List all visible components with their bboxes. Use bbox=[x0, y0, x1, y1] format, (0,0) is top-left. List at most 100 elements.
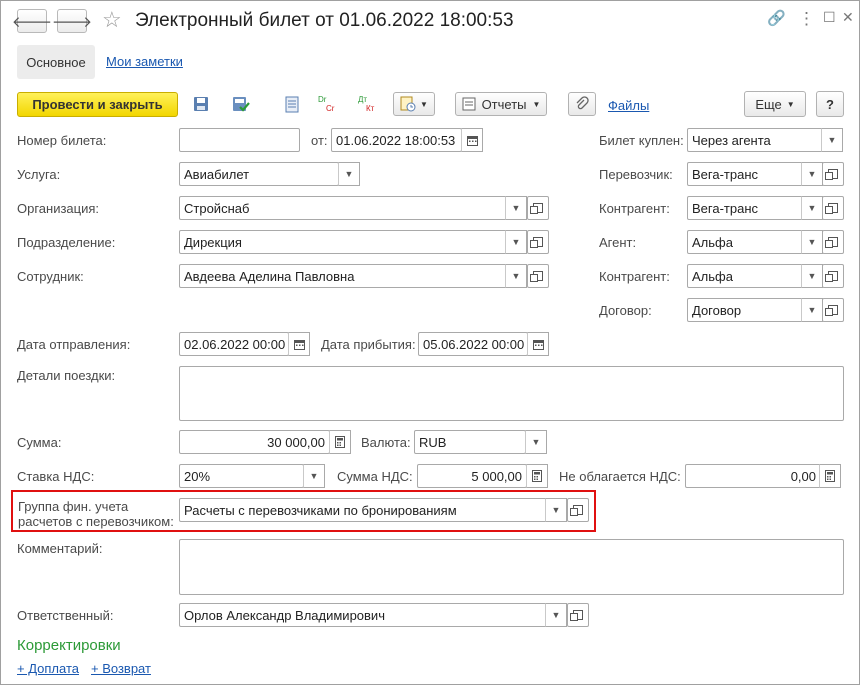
vat-rate-dropdown-button[interactable]: ▼ bbox=[303, 464, 325, 488]
calendar-icon bbox=[466, 135, 478, 146]
currency-dropdown-button[interactable]: ▼ bbox=[525, 430, 547, 454]
dept-open-button[interactable] bbox=[527, 230, 549, 254]
trip-details-textarea[interactable] bbox=[179, 366, 844, 421]
carrier-input[interactable]: Вега-транс bbox=[687, 162, 805, 186]
no-vat-input[interactable]: 0,00 bbox=[685, 464, 821, 488]
save-button[interactable] bbox=[190, 93, 212, 115]
org-input[interactable]: Стройснаб bbox=[179, 196, 507, 220]
fin-group-label-line2: расчетов с перевозчиком: bbox=[18, 514, 174, 529]
counterparty1-dropdown-button[interactable]: ▼ bbox=[801, 196, 823, 220]
add-payment-link[interactable]: + Доплата bbox=[17, 661, 79, 676]
agent-input[interactable]: Альфа bbox=[687, 230, 805, 254]
debit-credit-button[interactable]: Dr Cr bbox=[317, 93, 339, 115]
no-vat-calculator-button[interactable] bbox=[819, 464, 841, 488]
bought-dropdown-button[interactable]: ▼ bbox=[821, 128, 843, 152]
post-and-close-button[interactable]: Провести и закрыть bbox=[17, 92, 178, 117]
carrier-open-button[interactable] bbox=[822, 162, 844, 186]
no-vat-label: Не облагается НДС: bbox=[559, 469, 681, 484]
chevron-down-icon: ▼ bbox=[511, 237, 521, 247]
employee-input[interactable]: Авдеева Аделина Павловна bbox=[179, 264, 507, 288]
forward-button[interactable]: 🡒 bbox=[52, 9, 92, 33]
page-title: Электронный билет от 01.06.2022 18:00:53 bbox=[135, 10, 514, 31]
departure-input[interactable]: 02.06.2022 00:00 bbox=[179, 332, 289, 356]
fin-group-dropdown-button[interactable]: ▼ bbox=[545, 498, 567, 522]
calculator-icon bbox=[825, 470, 835, 482]
vat-rate-select[interactable]: 20% bbox=[179, 464, 304, 488]
favorite-star-icon[interactable]: ☆ bbox=[102, 7, 122, 33]
org-open-button[interactable] bbox=[527, 196, 549, 220]
dt-kt-button[interactable]: Дт Кт bbox=[357, 93, 379, 115]
add-refund-link[interactable]: + Возврат bbox=[91, 661, 151, 676]
agent-open-button[interactable] bbox=[822, 230, 844, 254]
comment-textarea[interactable] bbox=[179, 539, 844, 595]
close-icon[interactable]: ✕ bbox=[842, 9, 854, 26]
vat-sum-input[interactable]: 5 000,00 bbox=[417, 464, 527, 488]
responsible-dropdown-button[interactable]: ▼ bbox=[545, 603, 567, 627]
more-button[interactable]: Еще ▼ bbox=[744, 91, 806, 117]
link-icon[interactable]: 🔗 bbox=[767, 9, 786, 27]
files-link[interactable]: Файлы bbox=[608, 98, 649, 113]
contract-open-button[interactable] bbox=[822, 298, 844, 322]
currency-input[interactable]: RUB bbox=[414, 430, 526, 454]
bought-select[interactable]: Через агента bbox=[687, 128, 825, 152]
tab-notes[interactable]: Мои заметки bbox=[106, 54, 183, 69]
org-dropdown-button[interactable]: ▼ bbox=[505, 196, 527, 220]
dept-input[interactable]: Дирекция bbox=[179, 230, 507, 254]
fin-group-label: Группа фин. учета расчетов с перевозчико… bbox=[18, 499, 174, 529]
corrections-heading: Корректировки bbox=[17, 637, 121, 654]
ticket-number-input[interactable] bbox=[179, 128, 300, 152]
contract-input[interactable]: Договор bbox=[687, 298, 805, 322]
counterparty1-open-button[interactable] bbox=[822, 196, 844, 220]
arrow-right-icon: 🡒 bbox=[51, 13, 93, 31]
sum-input[interactable]: 30 000,00 bbox=[179, 430, 330, 454]
vat-sum-calculator-button[interactable] bbox=[526, 464, 548, 488]
reports-label: Отчеты bbox=[481, 96, 527, 112]
help-button[interactable]: ? bbox=[816, 91, 844, 117]
counterparty2-label: Контрагент: bbox=[599, 269, 670, 284]
counterparty1-input[interactable]: Вега-транс bbox=[687, 196, 805, 220]
chevron-down-icon: ▼ bbox=[511, 271, 521, 281]
counterparty2-dropdown-button[interactable]: ▼ bbox=[801, 264, 823, 288]
create-based-on-button[interactable]: ▼ bbox=[393, 92, 435, 116]
employee-label: Сотрудник: bbox=[17, 269, 84, 284]
agent-dropdown-button[interactable]: ▼ bbox=[801, 230, 823, 254]
more-actions-icon[interactable]: ⋮ bbox=[798, 9, 815, 29]
post-button[interactable] bbox=[230, 93, 252, 115]
calendar-button[interactable] bbox=[461, 128, 483, 152]
chevron-down-icon: ▼ bbox=[309, 471, 319, 481]
attach-button[interactable] bbox=[568, 92, 596, 116]
chevron-down-icon: ▼ bbox=[807, 237, 817, 247]
save-icon bbox=[194, 97, 208, 111]
reports-button[interactable]: Отчеты ▼ bbox=[455, 92, 547, 116]
employee-dropdown-button[interactable]: ▼ bbox=[505, 264, 527, 288]
list-button[interactable] bbox=[281, 93, 303, 115]
responsible-input[interactable]: Орлов Александр Владимирович bbox=[179, 603, 547, 627]
dept-dropdown-button[interactable]: ▼ bbox=[505, 230, 527, 254]
list-icon bbox=[285, 96, 299, 113]
open-icon bbox=[825, 237, 838, 248]
open-icon bbox=[570, 610, 583, 621]
service-dropdown-button[interactable]: ▼ bbox=[338, 162, 360, 186]
sum-calculator-button[interactable] bbox=[329, 430, 351, 454]
service-select[interactable]: Авиабилет bbox=[179, 162, 339, 186]
departure-calendar-button[interactable] bbox=[288, 332, 310, 356]
fin-group-open-button[interactable] bbox=[567, 498, 589, 522]
counterparty2-input[interactable]: Альфа bbox=[687, 264, 805, 288]
arrival-input[interactable]: 05.06.2022 00:00 bbox=[418, 332, 528, 356]
fin-group-input[interactable]: Расчеты с перевозчиками по бронированиям bbox=[179, 498, 547, 522]
counterparty2-open-button[interactable] bbox=[822, 264, 844, 288]
responsible-open-button[interactable] bbox=[567, 603, 589, 627]
date-input[interactable]: 01.06.2022 18:00:53 bbox=[331, 128, 462, 152]
employee-open-button[interactable] bbox=[527, 264, 549, 288]
arrival-calendar-button[interactable] bbox=[527, 332, 549, 356]
contract-dropdown-button[interactable]: ▼ bbox=[801, 298, 823, 322]
dt-kt-icon: ДтКт bbox=[358, 95, 375, 113]
ticket-number-label: Номер билета: bbox=[17, 133, 107, 148]
back-button[interactable]: 🡐 bbox=[12, 9, 52, 33]
tab-main[interactable]: Основное bbox=[17, 45, 95, 79]
maximize-icon[interactable]: ☐ bbox=[823, 9, 836, 26]
svg-text:Кт: Кт bbox=[366, 104, 375, 113]
carrier-dropdown-button[interactable]: ▼ bbox=[801, 162, 823, 186]
currency-label: Валюта: bbox=[361, 435, 411, 450]
calculator-icon bbox=[532, 470, 542, 482]
